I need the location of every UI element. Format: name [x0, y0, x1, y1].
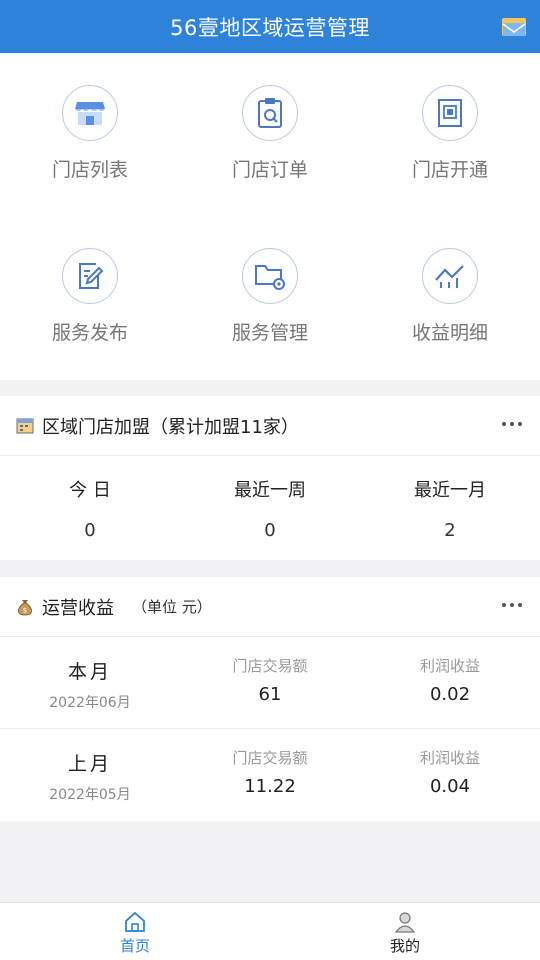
amount-value: 61	[258, 684, 282, 705]
clipboard-search-icon	[242, 85, 298, 141]
more-options-icon[interactable]	[502, 603, 522, 607]
profit-value: 0.04	[429, 776, 471, 797]
profit-label: 利润收益	[419, 657, 480, 675]
amount-label: 门店交易额	[232, 657, 308, 675]
function-grid: 门店列表 门店订单 门店开通 服务发布 服务管理 收益明细	[0, 53, 540, 380]
mail-icon[interactable]	[500, 14, 528, 40]
tab-mine[interactable]: 我的	[270, 903, 540, 960]
money-bag-icon: $	[18, 599, 32, 615]
menu-item-service-publish[interactable]: 服务发布	[0, 216, 180, 379]
home-icon	[125, 911, 145, 932]
stat-month: 最近一月 2	[414, 480, 486, 541]
menu-label: 门店列表	[51, 159, 128, 181]
folder-settings-icon	[242, 248, 298, 304]
more-options-icon[interactable]	[502, 422, 522, 426]
revenue-title: 运营收益	[42, 597, 114, 619]
calendar-icon	[16, 418, 34, 433]
period-label: 上月	[67, 753, 112, 775]
franchise-title: 区域门店加盟（累计加盟11家）	[42, 416, 299, 438]
revenue-unit: （单位 元）	[132, 598, 212, 616]
bottom-tab-bar: 首页 我的	[0, 902, 540, 960]
stat-today: 今 日 0	[69, 480, 111, 541]
amount-value: 11.22	[244, 776, 296, 797]
menu-label: 收益明细	[411, 322, 488, 344]
user-icon	[394, 912, 416, 933]
revenue-row-this-month: 本月 2022年06月 门店交易额 61 利润收益 0.02	[0, 637, 540, 729]
trend-chart-icon	[422, 248, 478, 304]
amount-label: 门店交易额	[232, 749, 308, 767]
period-date: 2022年05月	[49, 787, 131, 803]
revenue-card-header: $ 运营收益 （单位 元）	[0, 577, 540, 637]
menu-label: 门店开通	[411, 159, 488, 181]
tab-home[interactable]: 首页	[0, 903, 270, 960]
page-title: 56壹地区域运营管理	[170, 15, 370, 40]
revenue-row-last-month: 上月 2022年05月 门店交易额 11.22 利润收益 0.04	[0, 729, 540, 821]
franchise-card: 区域门店加盟（累计加盟11家） 今 日 0 最近一周 0 最近一月 2	[0, 396, 540, 560]
tab-label: 首页	[119, 937, 150, 955]
edit-icon	[62, 248, 118, 304]
door-icon	[422, 85, 478, 141]
menu-label: 服务发布	[51, 322, 128, 344]
franchise-card-header: 区域门店加盟（累计加盟11家）	[0, 396, 540, 456]
revenue-card: $ 运营收益 （单位 元） 本月 2022年06月 门店交易额 61 利润收益 …	[0, 577, 540, 821]
franchise-stats: 今 日 0 最近一周 0 最近一月 2	[0, 456, 540, 560]
app-header: 56壹地区域运营管理	[0, 0, 540, 53]
menu-item-store-list[interactable]: 门店列表	[0, 53, 180, 216]
menu-item-service-manage[interactable]: 服务管理	[180, 216, 360, 379]
menu-label: 门店订单	[231, 159, 308, 181]
period-date: 2022年06月	[49, 695, 131, 711]
tab-label: 我的	[389, 937, 420, 955]
svg-text:$: $	[23, 606, 27, 614]
period-label: 本月	[67, 661, 112, 683]
menu-item-store-open[interactable]: 门店开通	[360, 53, 540, 216]
menu-item-income-detail[interactable]: 收益明细	[360, 216, 540, 379]
menu-label: 服务管理	[231, 322, 308, 344]
profit-label: 利润收益	[419, 749, 480, 767]
profit-value: 0.02	[429, 684, 471, 705]
stat-week: 最近一周 0	[234, 480, 306, 541]
menu-item-store-orders[interactable]: 门店订单	[180, 53, 360, 216]
store-icon	[62, 85, 118, 141]
